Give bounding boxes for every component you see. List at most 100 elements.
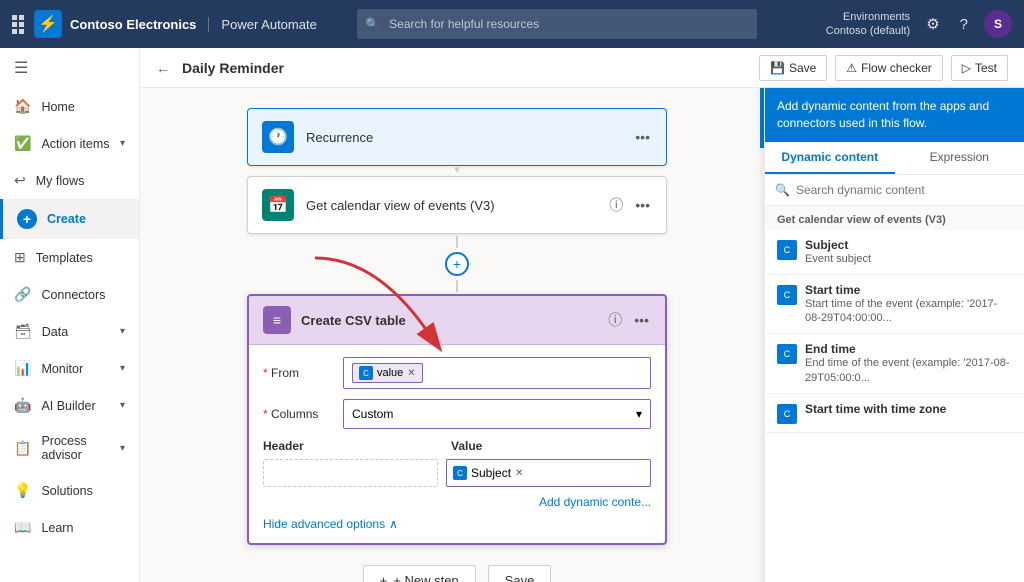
csv-actions: ⓘ ••• xyxy=(606,308,651,332)
solutions-icon: 💡 xyxy=(14,482,31,499)
dynamic-panel-banner: Add dynamic content from the apps and co… xyxy=(765,88,1024,142)
save-icon: 💾 xyxy=(770,61,785,75)
sidebar-item-monitor[interactable]: 📊 Monitor ▾ xyxy=(0,350,139,387)
settings-icon[interactable]: ⚙ xyxy=(922,11,943,37)
back-button[interactable]: ← xyxy=(156,60,170,76)
topbar-right: Environments Contoso (default) ⚙ ? S xyxy=(826,10,1012,39)
ai-builder-icon: 🤖 xyxy=(14,397,31,414)
start-time-title: Start time xyxy=(805,283,1012,297)
dynamic-search[interactable]: 🔍 xyxy=(765,175,1024,206)
subject-desc: Event subject xyxy=(805,252,1012,266)
sidebar-item-connectors[interactable]: 🔗 Connectors xyxy=(0,276,139,313)
sidebar-item-create[interactable]: + Create xyxy=(0,199,139,239)
info-icon[interactable]: ⓘ xyxy=(607,193,625,217)
main-layout: ☰ 🏠 Home ✅ Action items ▾ ↩ My flows + C… xyxy=(0,48,1024,582)
test-button[interactable]: ▷ Test xyxy=(951,55,1008,81)
monitor-icon: 📊 xyxy=(14,360,31,377)
sidebar-item-solutions[interactable]: 💡 Solutions xyxy=(0,472,139,509)
more-options-icon[interactable]: ••• xyxy=(633,127,652,147)
sidebar-item-my-flows[interactable]: ↩ My flows xyxy=(0,162,139,199)
step-actions-2: ⓘ ••• xyxy=(607,193,652,217)
search-bar[interactable]: 🔍 xyxy=(357,9,757,39)
sidebar: ☰ 🏠 Home ✅ Action items ▾ ↩ My flows + C… xyxy=(0,48,140,582)
sidebar-item-templates[interactable]: ⊞ Templates xyxy=(0,239,139,276)
help-icon[interactable]: ? xyxy=(956,12,972,37)
get-calendar-step[interactable]: 📅 Get calendar view of events (V3) ⓘ ••• xyxy=(247,176,667,234)
connector-line-bottom xyxy=(456,280,458,292)
value-input[interactable]: C Subject ✕ xyxy=(446,459,651,487)
new-step-button[interactable]: + + New step xyxy=(363,565,476,582)
canvas-save-button[interactable]: Save xyxy=(488,565,552,582)
step-actions: ••• xyxy=(633,127,652,147)
dynamic-item-start-time[interactable]: C Start time Start time of the event (ex… xyxy=(765,275,1024,335)
sidebar-item-action-items[interactable]: ✅ Action items ▾ xyxy=(0,125,139,162)
chevron-up-icon: ∧ xyxy=(389,517,398,531)
value-token: C value ✕ xyxy=(352,363,423,383)
sidebar-label-process-advisor: Process advisor xyxy=(41,434,110,462)
avatar[interactable]: S xyxy=(984,10,1012,38)
flow-title: Daily Reminder xyxy=(182,60,284,76)
sidebar-label-templates: Templates xyxy=(36,251,93,265)
start-time-desc: Start time of the event (example: '2017-… xyxy=(805,297,1012,326)
tab-expression[interactable]: Expression xyxy=(895,142,1024,174)
sidebar-label-create: Create xyxy=(47,212,86,226)
chevron-down-icon: ▾ xyxy=(120,363,125,374)
sidebar-item-home[interactable]: 🏠 Home xyxy=(0,88,139,125)
recurrence-icon: 🕐 xyxy=(262,121,294,153)
tab-dynamic-content[interactable]: Dynamic content xyxy=(765,142,895,174)
columns-header: Header Value xyxy=(263,439,651,453)
sidebar-item-ai-builder[interactable]: 🤖 AI Builder ▾ xyxy=(0,387,139,424)
header-text-input[interactable] xyxy=(263,459,438,487)
add-dynamic-content-link[interactable]: Add dynamic conte... xyxy=(263,495,651,509)
recurrence-title: Recurrence xyxy=(306,130,633,145)
end-time-icon: C xyxy=(777,344,797,364)
get-calendar-title: Get calendar view of events (V3) xyxy=(306,198,607,213)
dynamic-panel-tabs: Dynamic content Expression xyxy=(765,142,1024,175)
save-button[interactable]: 💾 Save xyxy=(759,55,827,81)
hide-advanced-button[interactable]: Hide advanced options ∧ xyxy=(263,517,651,531)
more-options-icon[interactable]: ••• xyxy=(633,195,652,215)
sidebar-label-home: Home xyxy=(41,100,74,114)
csv-title: Create CSV table xyxy=(301,313,606,328)
company-logo: ⚡ Contoso Electronics xyxy=(12,10,196,38)
subject-title: Subject xyxy=(805,238,1012,252)
columns-row: Columns Custom ▾ xyxy=(263,399,651,429)
calendar-icon: 📅 xyxy=(262,189,294,221)
start-time-icon: C xyxy=(777,285,797,305)
csv-more-icon[interactable]: ••• xyxy=(632,310,651,330)
dynamic-item-start-time-tz[interactable]: C Start time with time zone xyxy=(765,394,1024,433)
dynamic-search-input[interactable] xyxy=(796,183,1014,197)
from-input[interactable]: C value ✕ xyxy=(343,357,651,389)
csv-info-icon[interactable]: ⓘ xyxy=(606,308,624,332)
brand-icon: ⚡ xyxy=(34,10,62,38)
sidebar-item-process-advisor[interactable]: 📋 Process advisor ▾ xyxy=(0,424,139,472)
sidebar-label-ai-builder: AI Builder xyxy=(41,399,95,413)
chevron-down-icon: ▾ xyxy=(120,400,125,411)
sidebar-label-data: Data xyxy=(42,325,68,339)
flow-checker-button[interactable]: ⚠ Flow checker xyxy=(835,55,942,81)
search-icon: 🔍 xyxy=(365,17,380,31)
chevron-down-icon: ▾ xyxy=(636,407,642,421)
columns-select[interactable]: Custom ▾ xyxy=(343,399,651,429)
sidebar-label-monitor: Monitor xyxy=(41,362,83,376)
connector-plus-area: + xyxy=(445,236,469,292)
dynamic-item-end-time[interactable]: C End time End time of the event (exampl… xyxy=(765,334,1024,394)
search-input[interactable] xyxy=(357,9,757,39)
from-label: From xyxy=(263,366,343,380)
process-advisor-icon: 📋 xyxy=(14,440,31,457)
subject-token-remove[interactable]: ✕ xyxy=(515,468,523,479)
sidebar-item-data[interactable]: 🗃 Data ▾ xyxy=(0,313,139,350)
token-remove-button[interactable]: ✕ xyxy=(407,368,415,379)
templates-icon: ⊞ xyxy=(14,249,26,266)
sidebar-item-learn[interactable]: 📖 Learn xyxy=(0,509,139,546)
sidebar-collapse-button[interactable]: ☰ xyxy=(0,48,139,88)
header-label: Header xyxy=(263,439,443,453)
learn-icon: 📖 xyxy=(14,519,31,536)
sidebar-label-connectors: Connectors xyxy=(41,288,105,302)
add-step-button[interactable]: + xyxy=(445,252,469,276)
grid-icon xyxy=(12,15,24,34)
connectors-icon: 🔗 xyxy=(14,286,31,303)
dynamic-item-subject[interactable]: C Subject Event subject xyxy=(765,230,1024,275)
recurrence-step[interactable]: 🕐 Recurrence ••• xyxy=(247,108,667,166)
csv-icon: ≡ xyxy=(263,306,291,334)
